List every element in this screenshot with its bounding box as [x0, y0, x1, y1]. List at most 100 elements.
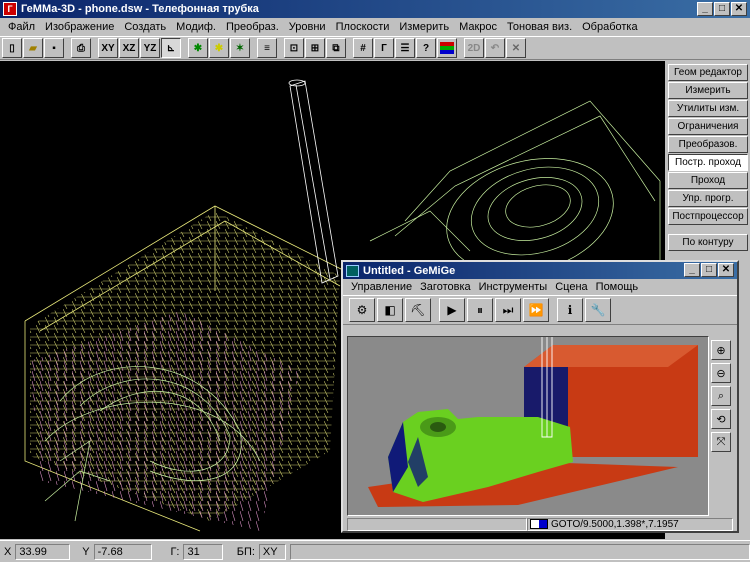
gemige-menu-tools[interactable]: Инструменты [475, 281, 552, 293]
mode-2d-button[interactable]: 2D [464, 38, 484, 58]
view-xy-button[interactable]: XY [98, 38, 118, 58]
measure-button[interactable]: Измерить [668, 82, 748, 99]
rotate-icon: ⟲ [716, 413, 726, 426]
zoom-out-view-button[interactable]: ⊖ [711, 363, 731, 383]
gemige-app-icon[interactable] [346, 264, 359, 277]
gamma-button[interactable]: Г [374, 38, 394, 58]
limits-button[interactable]: Ограничения [668, 118, 748, 135]
pause-button[interactable]: ⏸ [467, 298, 493, 322]
main-toolbar: ▯ ▰ ▪ ⎙ XY XZ YZ ⊾ ✱ ✱ ✶ ≡ ⊡ ⊞ ⧉ # Г ☰ ?… [0, 36, 750, 60]
zoom-out-icon: ⧉ [332, 42, 340, 54]
gemige-open-button[interactable]: ⚙ [349, 298, 375, 322]
simulation-view[interactable] [347, 336, 709, 516]
gemige-menu-control[interactable]: Управление [347, 281, 416, 293]
view-yz-button[interactable]: YZ [140, 38, 160, 58]
star-green-icon: ✱ [193, 42, 203, 54]
fast-forward-icon: ⏩ [528, 303, 544, 317]
menu-create[interactable]: Создать [119, 21, 171, 33]
view-xz-button[interactable]: XZ [119, 38, 139, 58]
gemige-menu-stock[interactable]: Заготовка [416, 281, 474, 293]
g-label: Г: [170, 545, 180, 558]
fit-icon: ⤧ [716, 435, 726, 448]
light-green-button[interactable]: ✱ [188, 38, 208, 58]
zoom-fit-button[interactable]: ⊞ [305, 38, 325, 58]
play-button[interactable]: ▶ [439, 298, 465, 322]
new-file-button[interactable]: ▯ [2, 38, 22, 58]
menu-file[interactable]: Файл [3, 21, 40, 33]
info-icon: ℹ [567, 303, 573, 317]
gemige-status-left [347, 517, 527, 531]
layers-button[interactable]: ≡ [257, 38, 277, 58]
gemige-minimize-button[interactable]: _ [684, 263, 700, 277]
settings-button[interactable]: 🔧 [585, 298, 611, 322]
gemige-menu-help[interactable]: Помощь [592, 281, 643, 293]
star-mixed-icon: ✶ [235, 42, 245, 54]
wrench-icon: 🔧 [590, 303, 606, 317]
window-title: ГеММа-3D - phone.dsw - Телефонная трубка [21, 3, 259, 15]
light-yellow-button[interactable]: ✱ [209, 38, 229, 58]
gemige-maximize-button[interactable]: □ [701, 263, 717, 277]
zoom-in-button[interactable]: ⊕ [711, 340, 731, 360]
maximize-button[interactable]: □ [714, 2, 730, 16]
tool-wireframe [288, 79, 339, 284]
zoom-window-icon: ⊡ [289, 42, 299, 54]
menu-macro[interactable]: Макрос [454, 21, 502, 33]
step-button[interactable]: ⏭ [495, 298, 521, 322]
gemige-menu-bar: Управление Заготовка Инструменты Сцена П… [343, 279, 737, 295]
step-icon: ⏭ [502, 302, 514, 317]
cancel-button[interactable]: ✕ [506, 38, 526, 58]
menu-modify[interactable]: Модиф. [171, 21, 221, 33]
menu-shading[interactable]: Тоновая виз. [502, 21, 577, 33]
gemige-title: Untitled - GeMiGe [363, 264, 456, 277]
open-file-button[interactable]: ▰ [23, 38, 43, 58]
progress-icon [530, 519, 548, 529]
view-axes-button[interactable]: ⊾ [161, 38, 181, 58]
program-control-button[interactable]: Упр. прогр. [668, 190, 748, 207]
undo-button[interactable]: ↶ [485, 38, 505, 58]
gemige-status-bar: GOTO/9.5000,1.398*,7.1957 [347, 517, 733, 531]
zoom-out-button[interactable]: ⧉ [326, 38, 346, 58]
help-icon: ? [422, 42, 430, 54]
list-icon: ☰ [400, 42, 410, 54]
contour-button[interactable]: По контуру [668, 234, 748, 251]
menu-image[interactable]: Изображение [40, 21, 119, 33]
rotate-button[interactable]: ⟲ [711, 409, 731, 429]
cancel-icon: ✕ [511, 42, 521, 54]
undo-icon: ↶ [490, 42, 500, 54]
light-mixed-button[interactable]: ✶ [230, 38, 250, 58]
list-button[interactable]: ☰ [395, 38, 415, 58]
print-button[interactable]: ⎙ [71, 38, 91, 58]
gemige-title-bar: Untitled - GeMiGe _ □ ✕ [343, 262, 737, 279]
geom-editor-button[interactable]: Геом редактор [668, 64, 748, 81]
zoom-window-button[interactable]: ⊡ [284, 38, 304, 58]
bp-value: XY [258, 543, 287, 560]
menu-transform[interactable]: Преобраз. [221, 21, 284, 33]
pause-icon: ⏸ [476, 302, 483, 317]
info-button[interactable]: ℹ [557, 298, 583, 322]
fast-forward-button[interactable]: ⏩ [523, 298, 549, 322]
status-bar: X 33.99 Y -7.68 Г: 31 БП: XY [0, 540, 750, 562]
save-icon: ▪ [52, 42, 56, 54]
gemige-close-button[interactable]: ✕ [718, 263, 734, 277]
grid-button[interactable]: # [353, 38, 373, 58]
build-pass-button[interactable]: Постр. проход [668, 154, 748, 171]
minimize-button[interactable]: _ [697, 2, 713, 16]
save-button[interactable]: ▪ [44, 38, 64, 58]
postprocessor-button[interactable]: Постпроцессор [668, 208, 748, 225]
menu-measure[interactable]: Измерить [394, 21, 454, 33]
gemige-tool-button[interactable]: ⛏ [405, 298, 431, 322]
pass-button[interactable]: Проход [668, 172, 748, 189]
gemige-stock-button[interactable]: ◧ [377, 298, 403, 322]
fit-button[interactable]: ⤧ [711, 432, 731, 452]
palette-button[interactable] [437, 38, 457, 58]
transform-button[interactable]: Преобразов. [668, 136, 748, 153]
app-icon[interactable]: Г [3, 2, 17, 16]
gemige-menu-scene[interactable]: Сцена [551, 281, 591, 293]
measure-utils-button[interactable]: Утилиты изм. [668, 100, 748, 117]
menu-machining[interactable]: Обработка [577, 21, 642, 33]
zoom-search-button[interactable]: ⌕ [711, 386, 731, 406]
close-button[interactable]: ✕ [731, 2, 747, 16]
menu-planes[interactable]: Плоскости [331, 21, 395, 33]
help-button[interactable]: ? [416, 38, 436, 58]
menu-levels[interactable]: Уровни [284, 21, 331, 33]
